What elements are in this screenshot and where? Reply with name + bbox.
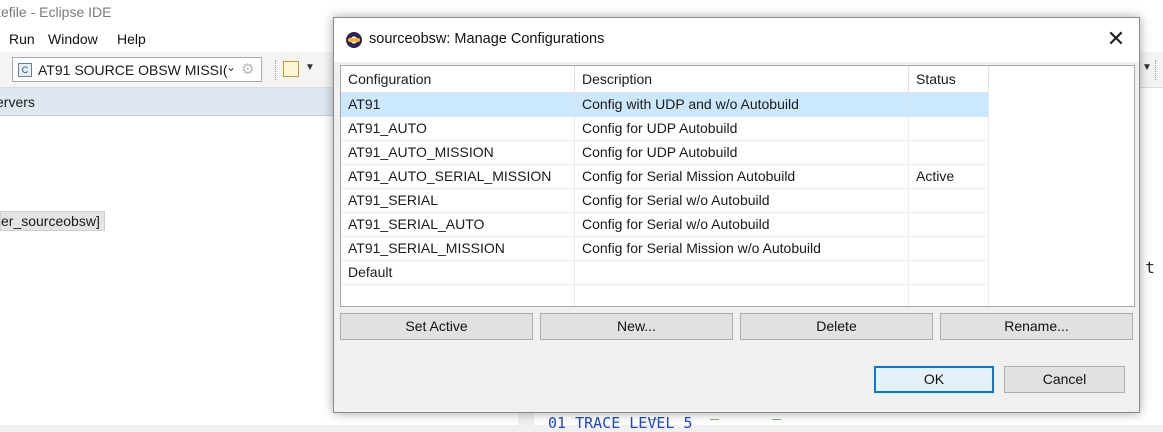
rename-configuration-button[interactable]: Rename...	[940, 313, 1133, 340]
c-project-icon: C	[18, 63, 32, 77]
cell-status	[909, 189, 989, 213]
table-row[interactable]: AT91_AUTO_MISSION Config for UDP Autobuil…	[341, 141, 989, 165]
cell-status	[909, 261, 989, 285]
table-row[interactable]: AT91_SERIAL Config for Serial w/o Autobui…	[341, 189, 989, 213]
toolbar-separator	[275, 60, 277, 80]
cell-status	[909, 237, 989, 261]
table-row[interactable]: AT91_AUTO_SERIAL_MISSION Config for Seria…	[341, 165, 989, 189]
cell-status: Active	[909, 165, 989, 189]
close-icon[interactable]: ✕	[1102, 26, 1130, 54]
new-configuration-button[interactable]: New...	[540, 313, 733, 340]
cell-configuration: AT91_AUTO_MISSION	[341, 141, 575, 165]
cell-description: Config for UDP Autobuild	[575, 117, 909, 141]
set-active-button[interactable]: Set Active	[340, 313, 533, 340]
cell-configuration: AT91_SERIAL_AUTO	[341, 213, 575, 237]
cell-status	[909, 285, 989, 306]
cell-configuration: AT91_SERIAL	[341, 189, 575, 213]
cell-status	[909, 141, 989, 165]
table-row[interactable]: Default	[341, 261, 989, 285]
table-header: Configuration Description Status	[341, 66, 1134, 93]
cell-status	[909, 213, 989, 237]
menu-run[interactable]: Run	[9, 31, 35, 47]
cancel-button[interactable]: Cancel	[1004, 366, 1125, 393]
cell-configuration: Default	[341, 261, 575, 285]
editor-code-line: 01 TRACE LEVEL 5	[548, 414, 693, 432]
servers-tab-label: ervers	[0, 94, 35, 110]
manage-configurations-dialog: sourceobsw: Manage Configurations ✕ Conf…	[333, 17, 1140, 413]
table-row[interactable]: AT91_SERIAL_AUTO Config for Serial w/o Au…	[341, 213, 989, 237]
gear-icon[interactable]: ⚙	[241, 60, 254, 78]
table-row[interactable]: AT91 Config with UDP and w/o Autobuild	[341, 93, 989, 117]
cell-description: Config for Serial w/o Autobuild	[575, 213, 909, 237]
cell-configuration: AT91_AUTO_SERIAL_MISSION	[341, 165, 575, 189]
dropdown-arrow-icon[interactable]: ▼	[1142, 62, 1152, 73]
cell-description: Config with UDP and w/o Autobuild	[575, 93, 909, 117]
delete-configuration-button[interactable]: Delete	[740, 313, 933, 340]
ok-button[interactable]: OK	[874, 366, 994, 393]
configurations-table: Configuration Description Status AT91 Con…	[340, 65, 1135, 307]
dialog-title: sourceobsw: Manage Configurations	[369, 31, 605, 47]
cell-configuration	[341, 285, 575, 306]
cell-description	[575, 285, 909, 306]
cell-description: Config for Serial Mission Autobuild	[575, 165, 909, 189]
cell-configuration: AT91	[341, 93, 575, 117]
menu-window[interactable]: Window	[48, 31, 98, 47]
cell-description	[575, 261, 909, 285]
launch-config-combo[interactable]: C AT91 SOURCE OBSW MISSI( ⌄ ⚙	[12, 57, 262, 82]
cell-configuration: AT91_AUTO	[341, 117, 575, 141]
cell-description: Config for UDP Autobuild	[575, 141, 909, 165]
dropdown-arrow-icon[interactable]: ▼	[305, 62, 315, 73]
table-row[interactable]: AT91_AUTO Config for UDP Autobuild	[341, 117, 989, 141]
menu-help[interactable]: Help	[117, 31, 146, 47]
column-header-status[interactable]: Status	[909, 66, 989, 93]
chevron-down-icon[interactable]: ⌄	[226, 60, 236, 74]
cell-description: Config for Serial w/o Autobuild	[575, 189, 909, 213]
cell-status	[909, 117, 989, 141]
cell-status	[909, 93, 989, 117]
table-row[interactable]: AT91_SERIAL_MISSION Config for Serial Mis…	[341, 237, 989, 261]
new-file-icon[interactable]	[283, 61, 299, 77]
project-tree-item[interactable]: er_sourceobsw]	[0, 211, 105, 231]
cell-description: Config for Serial Mission w/o Autobuild	[575, 237, 909, 261]
launch-config-value: AT91 SOURCE OBSW MISSI(	[38, 62, 228, 78]
dialog-title-bar: sourceobsw: Manage Configurations ✕	[334, 18, 1139, 62]
ide-window-title: kefile - Eclipse IDE	[0, 4, 112, 20]
column-header-description[interactable]: Description	[575, 66, 909, 93]
cell-configuration: AT91_SERIAL_MISSION	[341, 237, 575, 261]
table-row[interactable]	[341, 285, 989, 306]
toolbar-separator	[1155, 60, 1157, 80]
column-header-configuration[interactable]: Configuration	[341, 66, 575, 93]
eclipse-logo-icon	[346, 32, 362, 48]
